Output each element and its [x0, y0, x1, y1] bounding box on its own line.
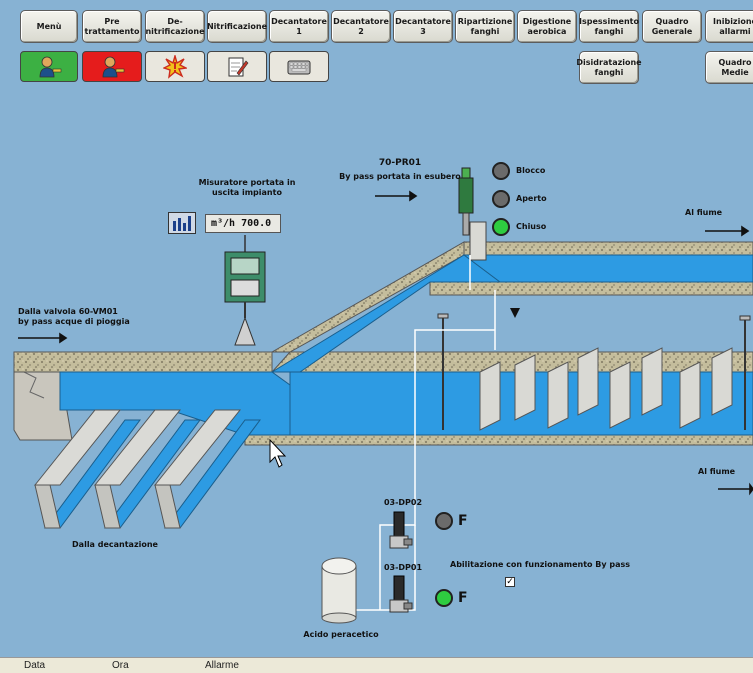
notepad-icon	[228, 57, 249, 76]
pump-03-dp02-state: F	[458, 513, 468, 529]
pump-03-dp01-state: F	[458, 590, 468, 606]
pump-03-dp01-label: 03-DP01	[383, 563, 423, 572]
pump-03-dp02	[389, 511, 413, 549]
flow-direction-marker	[510, 308, 520, 318]
nav-button-ispessimento-fanghi[interactable]: Ispessimento fanghi	[579, 10, 639, 43]
nav-button-menu[interactable]: Menù	[20, 10, 78, 43]
user-login-button[interactable]	[20, 51, 78, 82]
alarm-burst-icon	[163, 54, 187, 79]
acid-tank-label: Acido peracetico	[303, 630, 379, 639]
inlet-source-label: Dalla valvola 60-VM01 by pass acque di p…	[18, 307, 130, 326]
nav-button-nitrificazione[interactable]: Nitrificazione	[207, 10, 267, 43]
nav-button-decantatore-2[interactable]: Decantatore 2	[331, 10, 391, 43]
user-logout-icon	[102, 56, 125, 77]
keyboard-button[interactable]	[269, 51, 329, 82]
pump-03-dp02-label: 03-DP02	[383, 498, 423, 507]
nav-button-denitrificazione[interactable]: De- nitrificazione	[145, 10, 205, 43]
dalla-decantazione-label: Dalla decantazione	[72, 540, 158, 549]
user-login-icon	[39, 56, 62, 77]
alarm-button[interactable]	[145, 51, 205, 82]
column-ora: Ora	[112, 660, 129, 671]
nav-button-quadro-medie[interactable]: Quadro Medie	[705, 51, 753, 84]
status-chiuso-label: Chiuso	[516, 222, 547, 231]
nav-button-pretrattamento[interactable]: Pre trattamento	[82, 10, 142, 43]
column-data: Data	[24, 660, 46, 671]
notepad-button[interactable]	[207, 51, 267, 82]
status-blocco-label: Blocco	[516, 166, 546, 175]
bypass-enable-label: Abilitazione con funzionamento By pass	[450, 560, 631, 569]
pump-03-dp01	[389, 575, 413, 613]
flow-value-display: m³/h 700.0	[205, 214, 281, 233]
nav-button-quadro-generale[interactable]: Quadro Generale	[642, 10, 702, 43]
trend-chart-button[interactable]	[168, 212, 196, 234]
nav-button-digestione-aerobica[interactable]: Digestione aerobica	[517, 10, 577, 43]
keyboard-icon	[287, 60, 311, 74]
user-logout-button[interactable]	[82, 51, 142, 82]
flowmeter-title: Misuratore portata in uscita impianto	[198, 178, 296, 197]
nav-button-ripartizione-fanghi[interactable]: Ripartizione fanghi	[455, 10, 515, 43]
valve-status-leds	[492, 162, 510, 236]
alarm-status-bar: Data Ora Allarme	[0, 657, 753, 673]
trend-chart-icon	[173, 216, 191, 231]
nav-button-decantatore-3[interactable]: Decantatore 3	[393, 10, 453, 43]
bypass-enable-checkbox[interactable]: ✓	[505, 577, 515, 587]
al-fiume-label-bottom: Al fiume	[698, 467, 736, 476]
nav-button-decantatore-1[interactable]: Decantatore 1	[269, 10, 329, 43]
valve-id-label: 70-PR01	[378, 158, 422, 168]
bypass-label: By pass portata in esubero	[339, 172, 461, 181]
navigation-bar: Menù Pre trattamento De- nitrificazione …	[0, 0, 753, 95]
flowmeter-device	[224, 235, 266, 346]
acid-tank	[321, 557, 357, 624]
column-allarme: Allarme	[205, 660, 239, 671]
nav-button-inibizione-allarmi[interactable]: Inibizione allarmi	[705, 10, 753, 43]
status-aperto-label: Aperto	[516, 194, 547, 203]
al-fiume-label-top: Al fiume	[685, 208, 723, 217]
nav-button-disidratazione-fanghi[interactable]: Disidratazione fanghi	[576, 51, 642, 84]
